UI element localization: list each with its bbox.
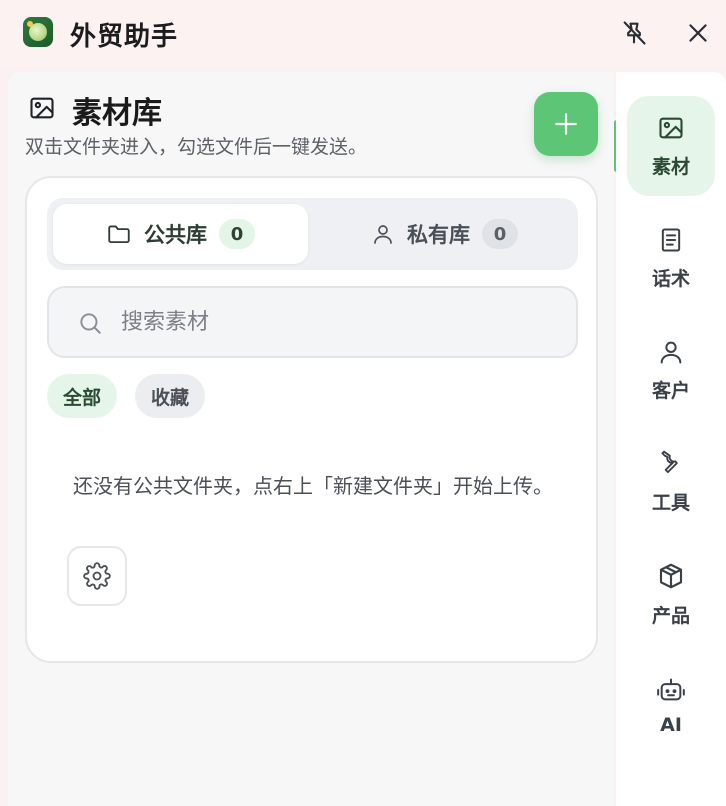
tab-label: 公共库 (144, 223, 207, 247)
library-tabs: 公共库 0 私有库 0 (47, 198, 578, 270)
image-icon (30, 97, 54, 119)
new-folder-button[interactable] (534, 92, 598, 156)
page-subtitle: 双击文件夹进入，勾选文件后一键发送。 (25, 136, 368, 158)
filter-favorites[interactable]: 收藏 (135, 374, 206, 418)
gear-icon (83, 562, 111, 590)
sidebar-item-label: 话术 (651, 267, 690, 290)
user-icon (660, 341, 682, 363)
sidebar-item-label: AI (660, 714, 682, 736)
page-title: 素材库 (72, 96, 162, 131)
app-title: 外贸助手 (70, 22, 179, 52)
sidebar-item-label: 客户 (651, 379, 690, 402)
pin-button[interactable] (617, 16, 651, 50)
tab-private-library[interactable]: 私有库 0 (317, 204, 572, 264)
close-button[interactable] (681, 16, 715, 50)
material-library-panel: 素材库 双击文件夹进入，勾选文件后一键发送。 公共库 0 私有库 0 搜索素材 … (8, 72, 614, 806)
robot-icon (657, 678, 685, 701)
sidebar-item-scripts[interactable]: 话术 (627, 208, 715, 308)
package-icon (659, 563, 683, 588)
user-icon (374, 225, 392, 244)
sidebar-item-materials[interactable]: 素材 (627, 96, 715, 196)
sidebar-item-label: 素材 (651, 155, 690, 178)
document-icon (661, 228, 681, 251)
search-icon (80, 313, 101, 334)
settings-button[interactable] (67, 546, 127, 606)
empty-state-message: 还没有公共文件夹，点右上「新建文件夹」开始上传。 (73, 474, 553, 498)
sidebar-item-tools[interactable]: 工具 (627, 432, 715, 532)
sidebar-item-customers[interactable]: 客户 (627, 320, 715, 420)
count-badge: 0 (219, 219, 255, 249)
sidebar-item-label: 工具 (651, 491, 690, 514)
library-card: 公共库 0 私有库 0 全部 收藏 还没有公共文件夹，点右上「新建文件夹」开始上… (25, 176, 598, 663)
sidebar: 素材 话术 客户 工具 产品 AI (616, 72, 726, 806)
folder-icon (108, 225, 130, 244)
plus-icon (555, 113, 577, 135)
wrench-icon (661, 450, 678, 473)
count-badge: 0 (482, 219, 518, 249)
tab-public-library[interactable]: 公共库 0 (53, 204, 308, 264)
filter-all[interactable]: 全部 (47, 374, 118, 418)
search-input[interactable] (121, 302, 561, 342)
tab-label: 私有库 (407, 223, 470, 247)
pin-off-icon (623, 21, 646, 45)
sidebar-item-label: 产品 (651, 604, 690, 627)
sidebar-item-products[interactable]: 产品 (627, 544, 715, 644)
image-icon (659, 117, 683, 138)
title-bar: 外贸助手 (0, 0, 726, 66)
search-box (47, 286, 578, 358)
close-icon (689, 24, 707, 42)
app-logo (23, 17, 53, 47)
sidebar-item-ai[interactable]: AI (627, 656, 715, 756)
